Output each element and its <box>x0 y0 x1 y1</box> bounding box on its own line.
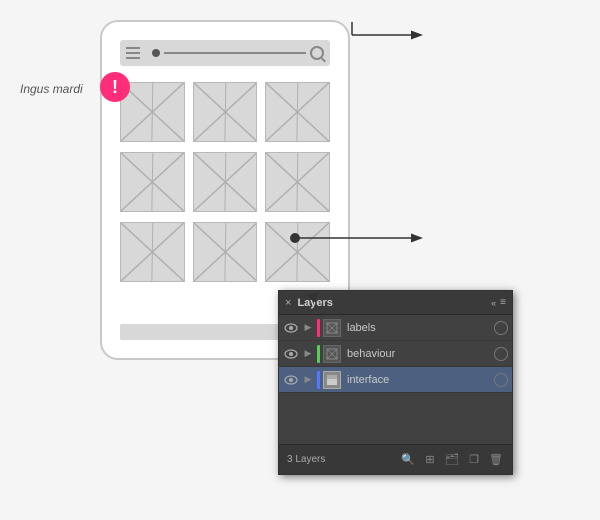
layers-panel-title: Layers <box>297 297 491 309</box>
layer-circle-interface[interactable] <box>494 373 508 387</box>
layer-expand-labels[interactable]: ▶ <box>302 322 314 333</box>
image-placeholder-9 <box>265 222 330 282</box>
grid-row-1 <box>120 82 330 142</box>
topbar-dot <box>152 49 160 57</box>
panel-menu-icon[interactable]: ≡ <box>500 297 506 308</box>
layers-panel: × Layers « ≡ ▶ labels ▶ behaviour <box>278 290 513 475</box>
image-placeholder-2 <box>193 82 258 142</box>
topbar-divider <box>164 52 306 54</box>
layer-row-behaviour[interactable]: ▶ behaviour <box>279 341 512 367</box>
image-placeholder-1 <box>120 82 185 142</box>
ingus-annotation: Ingus mardi <box>20 82 83 96</box>
menu-lines-icon <box>126 47 140 59</box>
layer-expand-interface[interactable]: ▶ <box>302 374 314 385</box>
delete-layer-icon[interactable]: 🗑 <box>488 452 504 468</box>
new-layer-icon[interactable]: ⊞ <box>422 452 438 468</box>
layer-color-labels <box>317 319 320 337</box>
layer-color-behaviour <box>317 345 320 363</box>
layer-color-interface <box>317 371 320 389</box>
layer-name-interface: interface <box>344 374 491 386</box>
phone-topbar <box>120 40 330 66</box>
layer-thumb-interface <box>323 371 341 389</box>
layer-circle-behaviour[interactable] <box>494 347 508 361</box>
layer-row-labels[interactable]: ▶ labels <box>279 315 512 341</box>
warning-badge: ! <box>100 72 130 102</box>
grid-row-3 <box>120 222 330 282</box>
layer-visibility-toggle-interface[interactable] <box>283 372 299 388</box>
image-placeholder-7 <box>120 222 185 282</box>
grid-row-2 <box>120 152 330 212</box>
image-placeholder-8 <box>193 222 258 282</box>
search-layers-icon[interactable]: 🔍 <box>400 452 416 468</box>
layer-row-interface[interactable]: ▶ interface <box>279 367 512 393</box>
layer-thumb-labels <box>323 319 341 337</box>
image-placeholder-3 <box>265 82 330 142</box>
collapse-icon[interactable]: « <box>491 298 496 308</box>
layer-expand-behaviour[interactable]: ▶ <box>302 348 314 359</box>
layer-name-labels: labels <box>344 322 491 334</box>
layer-visibility-toggle-labels[interactable] <box>283 320 299 336</box>
group-layers-icon[interactable]: 🗂 <box>444 452 460 468</box>
layers-footer: 3 Layers 🔍 ⊞ 🗂 ❐ 🗑 <box>279 444 512 474</box>
image-placeholder-4 <box>120 152 185 212</box>
layer-thumb-behaviour <box>323 345 341 363</box>
layers-close-button[interactable]: × <box>285 297 291 309</box>
search-icon <box>310 46 324 60</box>
layer-visibility-toggle-behaviour[interactable] <box>283 346 299 362</box>
image-placeholder-6 <box>265 152 330 212</box>
image-placeholder-5 <box>193 152 258 212</box>
layer-count: 3 Layers <box>287 454 394 465</box>
layer-circle-labels[interactable] <box>494 321 508 335</box>
duplicate-layer-icon[interactable]: ❐ <box>466 452 482 468</box>
layer-name-behaviour: behaviour <box>344 348 491 360</box>
